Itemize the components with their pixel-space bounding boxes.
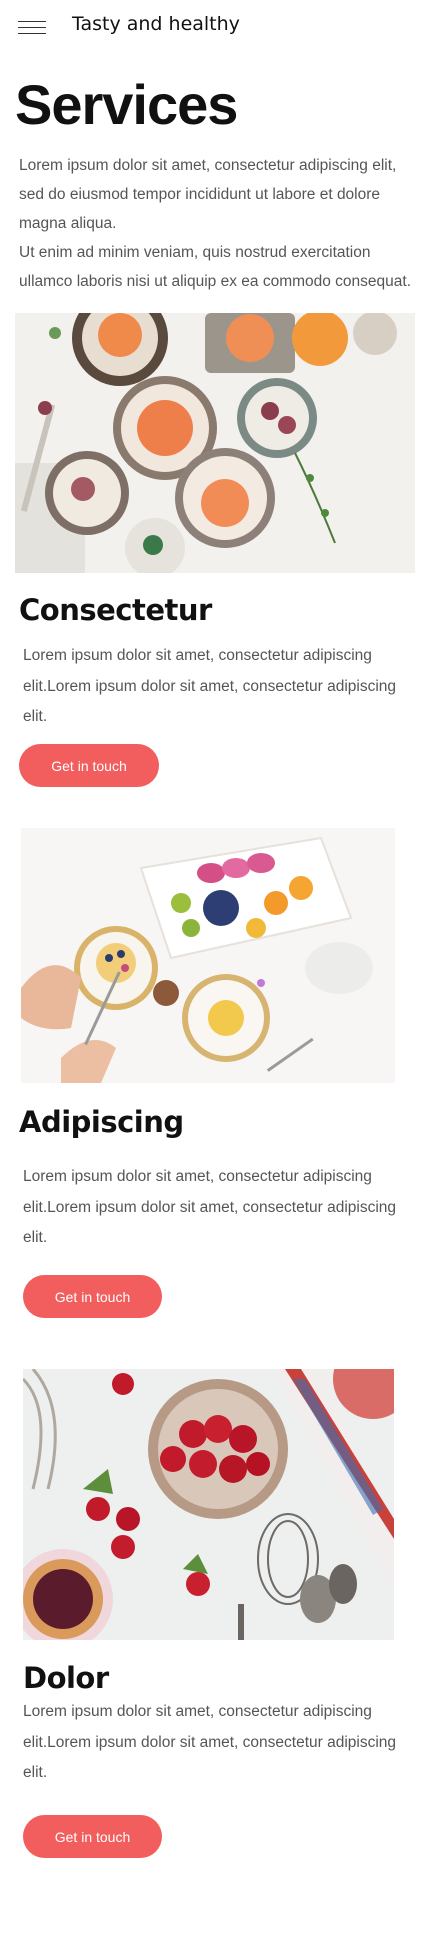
intro-paragraph-1: Lorem ipsum dolor sit amet, consectetur … — [19, 157, 397, 232]
service-text-1: Lorem ipsum dolor sit amet, consectetur … — [23, 647, 397, 725]
service-image-2 — [21, 828, 395, 1083]
service-image-1 — [15, 313, 415, 573]
service-image-3 — [23, 1369, 394, 1640]
service-title-2: Adipiscing — [19, 1105, 184, 1139]
hamburger-menu-icon[interactable] — [18, 19, 46, 37]
header: Tasty and healthy — [0, 0, 428, 56]
intro-paragraph-2: Ut enim ad minim veniam, quis nostrud ex… — [19, 244, 412, 290]
page-title: Services — [15, 73, 238, 136]
service-title-3: Dolor — [23, 1661, 109, 1695]
get-in-touch-button-3[interactable]: Get in touch — [23, 1815, 162, 1858]
brand-title[interactable]: Tasty and healthy — [72, 13, 240, 35]
service-text-3: Lorem ipsum dolor sit amet, consectetur … — [23, 1703, 397, 1781]
service-title-1: Consectetur — [19, 593, 212, 627]
service-text-2: Lorem ipsum dolor sit amet, consectetur … — [23, 1168, 397, 1246]
get-in-touch-button-2[interactable]: Get in touch — [23, 1275, 162, 1318]
intro-text: Lorem ipsum dolor sit amet, consectetur … — [19, 151, 414, 296]
get-in-touch-button-1[interactable]: Get in touch — [19, 744, 159, 787]
